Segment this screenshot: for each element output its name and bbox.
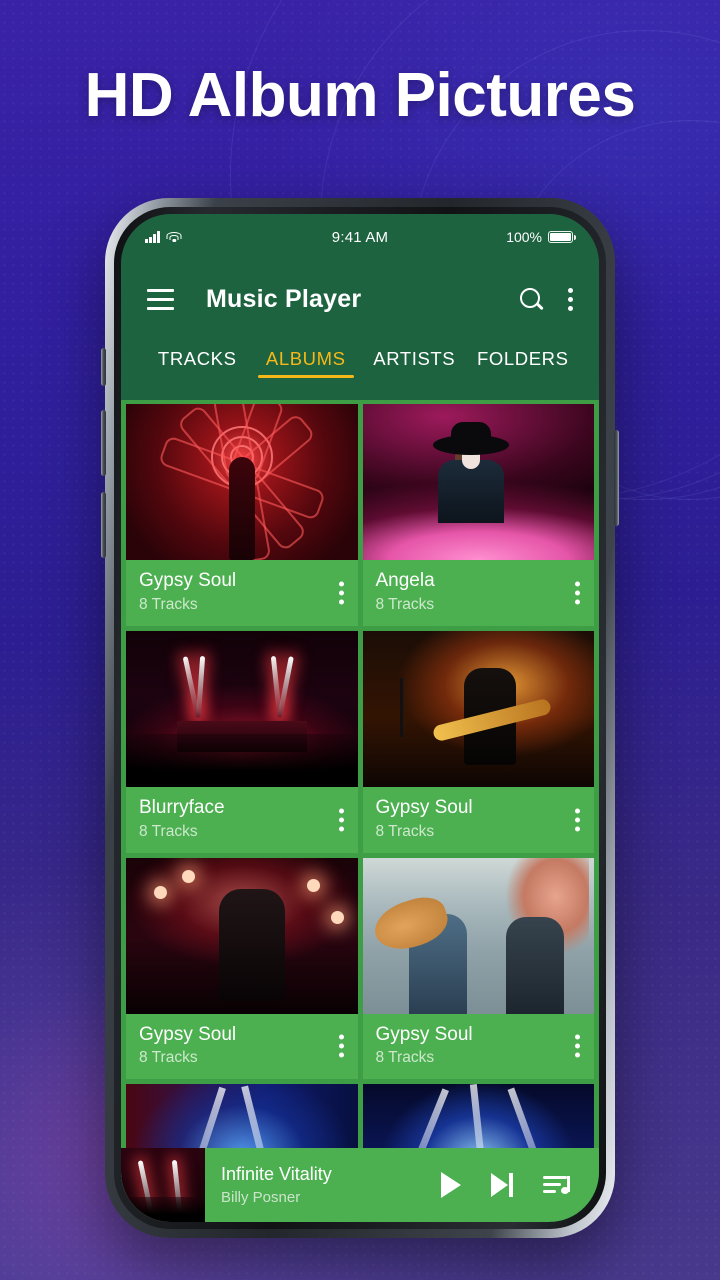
album-title: Gypsy Soul: [139, 570, 237, 591]
app-bar: Music Player: [121, 260, 599, 338]
tab-folders[interactable]: FOLDERS: [469, 338, 578, 370]
album-card[interactable]: Gypsy Soul 8 Tracks: [126, 404, 358, 626]
albums-grid-scroll[interactable]: Gypsy Soul 8 Tracks Angela 8 Tracks Blur…: [121, 400, 599, 1222]
skip-next-icon[interactable]: [491, 1173, 513, 1197]
page-title: HD Album Pictures: [84, 61, 636, 130]
phone-power-button: [614, 430, 619, 526]
album-overflow-icon[interactable]: [575, 581, 580, 605]
phone-bezel: 9:41 AM 100% Music Player TRACKS ALBUMS: [114, 207, 606, 1229]
phone-mockup: 9:41 AM 100% Music Player TRACKS ALBUMS: [101, 198, 619, 1238]
album-overflow-icon[interactable]: [338, 808, 344, 832]
album-artwork-guitarist-stage: [362, 630, 594, 787]
album-track-count: 8 Tracks: [139, 1049, 198, 1067]
album-card-meta: Gypsy Soul 8 Tracks: [126, 1014, 358, 1080]
now-playing-bar[interactable]: Infinite Vitality Billy Posner: [121, 1148, 599, 1222]
album-overflow-icon[interactable]: [338, 581, 344, 605]
hamburger-menu-icon[interactable]: [147, 288, 174, 310]
album-overflow-icon[interactable]: [338, 1034, 344, 1058]
phone-volume-down-button: [101, 492, 106, 558]
album-card-meta: Gypsy Soul 8 Tracks: [126, 560, 358, 626]
more-vertical-icon[interactable]: [568, 287, 573, 311]
album-track-count: 8 Tracks: [375, 1049, 435, 1067]
album-overflow-icon[interactable]: [575, 1034, 580, 1058]
now-playing-controls: [441, 1172, 599, 1198]
tab-artists[interactable]: ARTISTS: [360, 338, 469, 370]
album-track-count: 8 Tracks: [139, 595, 198, 613]
album-card-meta: Blurryface 8 Tracks: [126, 787, 358, 853]
now-playing-artwork: [121, 1148, 205, 1222]
phone-volume-up-button: [101, 410, 106, 476]
album-card[interactable]: Angela 8 Tracks: [362, 404, 595, 626]
album-track-count: 8 Tracks: [375, 822, 435, 840]
app-title: Music Player: [206, 284, 362, 313]
album-artwork-neon-instruments: [126, 404, 358, 560]
tab-albums[interactable]: ALBUMS: [252, 338, 361, 378]
album-track-count: 8 Tracks: [375, 595, 435, 613]
album-title: Gypsy Soul: [139, 1023, 237, 1045]
album-track-count: 8 Tracks: [139, 822, 198, 840]
album-card-meta: Angela 8 Tracks: [363, 560, 595, 626]
album-title: Angela: [375, 570, 435, 591]
now-playing-text: Infinite Vitality Billy Posner: [205, 1164, 441, 1206]
now-playing-artist: Billy Posner: [221, 1188, 301, 1206]
album-card[interactable]: Gypsy Soul 8 Tracks: [126, 857, 358, 1080]
albums-grid: Gypsy Soul 8 Tracks Angela 8 Tracks Blur…: [121, 400, 599, 1222]
album-artwork-red-concert-fireworks: [126, 630, 358, 787]
album-artwork-street-backpackers: [362, 857, 594, 1014]
album-card-meta: Gypsy Soul 8 Tracks: [363, 1014, 595, 1080]
battery-percent-label: 100%: [506, 229, 542, 245]
status-bar: 9:41 AM 100%: [121, 214, 599, 260]
album-card[interactable]: Gypsy Soul 8 Tracks: [362, 857, 595, 1080]
album-title: Gypsy Soul: [375, 796, 473, 818]
phone-mute-switch: [101, 348, 106, 386]
playlist-queue-icon[interactable]: [543, 1174, 570, 1196]
battery-icon: [548, 230, 576, 244]
phone-screen: 9:41 AM 100% Music Player TRACKS ALBUMS: [121, 214, 599, 1222]
album-card[interactable]: Blurryface 8 Tracks: [126, 630, 358, 853]
tab-bar: TRACKS ALBUMS ARTISTS FOLDERS: [121, 338, 599, 400]
search-icon[interactable]: [520, 288, 542, 310]
now-playing-title: Infinite Vitality: [221, 1164, 332, 1185]
app-bar-actions: [520, 287, 573, 311]
album-card-meta: Gypsy Soul 8 Tracks: [363, 787, 595, 853]
album-title: Gypsy Soul: [375, 1023, 473, 1045]
status-bar-right: 100%: [506, 229, 576, 245]
album-artwork-pink-smoke-woman: [362, 404, 594, 560]
album-card[interactable]: Gypsy Soul 8 Tracks: [362, 630, 595, 853]
album-overflow-icon[interactable]: [575, 808, 580, 832]
album-artwork-saxophone-stage: [126, 857, 358, 1014]
album-title: Blurryface: [139, 796, 225, 818]
play-icon[interactable]: [441, 1172, 461, 1198]
tab-tracks[interactable]: TRACKS: [143, 338, 252, 370]
